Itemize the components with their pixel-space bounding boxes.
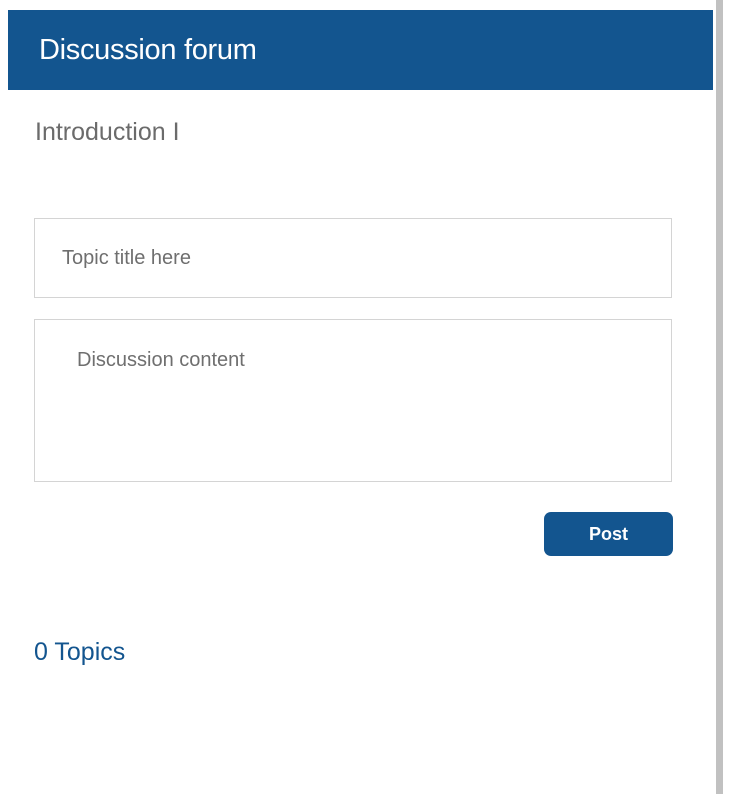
topic-title-input[interactable] [34, 218, 672, 298]
topics-count: 0 Topics [34, 638, 126, 666]
section-subtitle: Introduction I [35, 118, 180, 146]
forum-header: Discussion forum [8, 10, 713, 90]
scrollbar-thumb[interactable] [716, 0, 723, 794]
discussion-forum-panel: Discussion forum Introduction I Post 0 T… [8, 10, 713, 794]
scrollbar[interactable] [715, 0, 733, 794]
post-button[interactable]: Post [544, 512, 673, 556]
forum-title: Discussion forum [39, 33, 257, 66]
discussion-content-input[interactable] [34, 319, 672, 482]
